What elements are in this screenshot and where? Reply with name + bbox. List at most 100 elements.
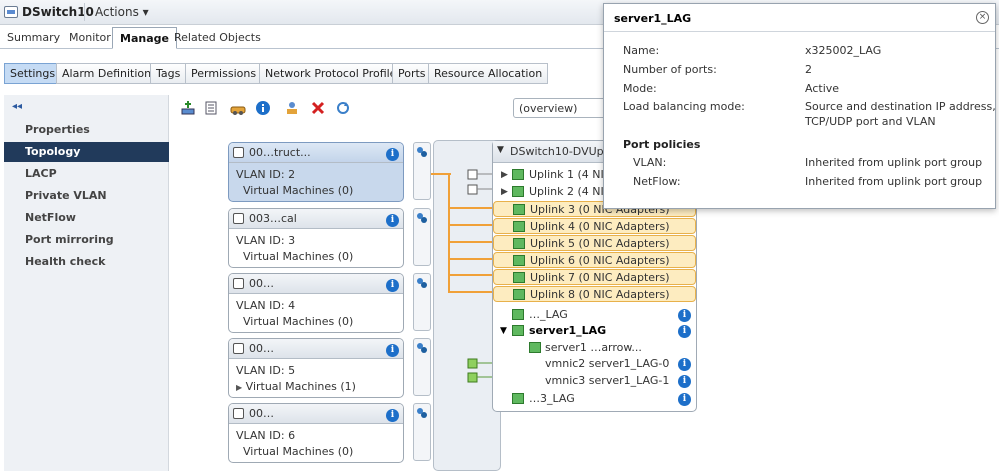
port-group-name: 00… <box>249 342 274 355</box>
lag-port-icon <box>467 358 492 383</box>
virtual-machines[interactable]: Virtual Machines (0) <box>229 249 403 265</box>
info-icon[interactable]: i <box>386 407 399 422</box>
field-label: Mode: <box>623 82 657 95</box>
info-icon: i <box>678 309 691 322</box>
tab-summary[interactable]: Summary <box>0 27 67 49</box>
lag-member[interactable]: server1 …arrow... <box>493 340 696 356</box>
lag-row-selected[interactable]: ▼ server1_LAG i <box>493 323 696 339</box>
uplink-row[interactable]: Uplink 5 (0 NIC Adapters) <box>493 235 696 251</box>
field-value: Active <box>805 82 840 95</box>
chevron-down-icon: ▾ <box>142 5 149 19</box>
view-select[interactable]: (overview) <box>513 98 608 118</box>
vlan-id: VLAN ID: 6 <box>236 429 296 442</box>
connector-line <box>448 291 492 293</box>
lag-member[interactable]: vmnic3 server1_LAG-1 i <box>493 373 696 389</box>
port-connector <box>413 403 431 461</box>
nic-icon <box>513 255 525 266</box>
info-icon[interactable]: i <box>386 342 399 357</box>
port-connector <box>413 208 431 266</box>
sidebar-item-port-mirroring[interactable]: Port mirroring <box>4 230 169 250</box>
port-group-icon <box>233 213 244 224</box>
port-group-icon <box>233 408 244 419</box>
tab-related-objects[interactable]: Related Objects <box>167 27 268 49</box>
virtual-machines[interactable]: ▶ Virtual Machines (1) <box>229 379 403 395</box>
policy-label: NetFlow: <box>633 175 681 188</box>
virtual-machines[interactable]: Virtual Machines (0) <box>229 444 403 460</box>
collapse-icon[interactable]: ◂◂ <box>12 101 22 112</box>
lag-member[interactable]: vmnic2 server1_LAG-0 i <box>493 356 696 372</box>
port-group-name: 00… <box>249 407 274 420</box>
field-label: Name: <box>623 44 660 57</box>
edit-port-group-icon[interactable] <box>285 100 301 116</box>
virtual-machines[interactable]: Virtual Machines (0) <box>229 183 403 199</box>
port-group-card[interactable]: 003…cal i VLAN ID: 3 Virtual Machines (0) <box>228 208 404 268</box>
sidebar-item-private-vlan[interactable]: Private VLAN <box>4 186 169 206</box>
info-icon[interactable]: i <box>386 146 399 161</box>
collapse-icon[interactable]: ▼ <box>497 145 504 155</box>
field-value: 2 <box>805 63 812 76</box>
vlan-id: VLAN ID: 2 <box>236 168 296 181</box>
port-group-node-icon <box>417 147 427 157</box>
settings-sidebar: ◂◂ Properties Topology LACP Private VLAN… <box>4 95 169 471</box>
sidebar-item-netflow[interactable]: NetFlow <box>4 208 169 228</box>
connector-line <box>448 258 492 260</box>
info-icon[interactable] <box>255 100 271 116</box>
nic-icon <box>513 204 525 215</box>
port-group-card[interactable]: 00… i VLAN ID: 6 Virtual Machines (0) <box>228 403 404 463</box>
uplink-row[interactable]: Uplink 4 (0 NIC Adapters) <box>493 218 696 234</box>
expand-icon[interactable]: ▶ <box>236 383 242 392</box>
port-group-icon <box>233 147 244 158</box>
subtab-ports[interactable]: Ports <box>392 63 432 84</box>
connector-line <box>448 241 492 243</box>
uplink-row[interactable]: Uplink 6 (0 NIC Adapters) <box>493 252 696 268</box>
remove-icon[interactable] <box>310 100 326 116</box>
port-group-card[interactable]: 00… i VLAN ID: 5 ▶ Virtual Machines (1) <box>228 338 404 398</box>
port-group-node-icon <box>417 213 427 223</box>
nic-icon <box>513 289 525 300</box>
sidebar-item-lacp[interactable]: LACP <box>4 164 169 184</box>
nic-icon <box>529 342 541 353</box>
subtab-resource-allocation[interactable]: Resource Allocation <box>428 63 549 84</box>
field-value: x325002_LAG <box>805 44 882 57</box>
close-icon[interactable]: × <box>976 11 989 24</box>
info-icon[interactable]: i <box>386 277 399 292</box>
port-group-card[interactable]: 00…truct... i VLAN ID: 2 Virtual Machines… <box>228 142 404 202</box>
sidebar-item-topology[interactable]: Topology <box>4 142 169 162</box>
info-icon[interactable]: i <box>386 212 399 227</box>
uplink-row[interactable]: Uplink 8 (0 NIC Adapters) <box>493 286 696 302</box>
sidebar-item-properties[interactable]: Properties <box>4 120 169 140</box>
policy-value: Inherited from uplink port group <box>805 175 983 188</box>
subtab-network-protocol-profiles[interactable]: Network Protocol Profiles <box>259 63 409 84</box>
uplink-group-name: DSwitch10-DVUpli <box>510 145 610 158</box>
subtab-tags[interactable]: Tags <box>150 63 187 84</box>
field-label: Load balancing mode: <box>623 100 745 113</box>
subtab-alarm-definitions[interactable]: Alarm Definitions <box>56 63 163 84</box>
port-connector <box>413 273 431 331</box>
subtab-permissions[interactable]: Permissions <box>185 63 263 84</box>
port-group-node-icon <box>417 408 427 418</box>
lag-row[interactable]: …_LAG i <box>493 307 696 323</box>
sidebar-item-health-check[interactable]: Health check <box>4 252 169 272</box>
nic-icon <box>513 221 525 232</box>
actions-menu[interactable]: Actions ▾ <box>95 5 149 19</box>
info-icon: i <box>678 393 691 406</box>
subtab-settings[interactable]: Settings <box>4 63 62 84</box>
port-group-node-icon <box>417 278 427 288</box>
nic-icon <box>513 238 525 249</box>
manage-hosts-icon[interactable] <box>204 100 220 116</box>
uplink-row[interactable]: Uplink 7 (0 NIC Adapters) <box>493 269 696 285</box>
migrate-network-icon[interactable] <box>230 100 246 116</box>
field-value: TCP/UDP port and VLAN <box>805 115 936 128</box>
port-square-icon <box>467 169 492 195</box>
tab-monitor[interactable]: Monitor <box>62 27 118 49</box>
port-group-name: 00… <box>249 277 274 290</box>
field-label: Number of ports: <box>623 63 717 76</box>
port-group-card[interactable]: 00… i VLAN ID: 4 Virtual Machines (0) <box>228 273 404 333</box>
lag-row[interactable]: …3_LAG i <box>493 391 696 407</box>
refresh-network-icon[interactable] <box>335 100 351 116</box>
lag-icon <box>512 325 524 336</box>
dswitch-icon <box>4 6 18 18</box>
expand-icon: ▶ <box>501 187 508 197</box>
virtual-machines[interactable]: Virtual Machines (0) <box>229 314 403 330</box>
add-host-icon[interactable] <box>180 100 196 116</box>
